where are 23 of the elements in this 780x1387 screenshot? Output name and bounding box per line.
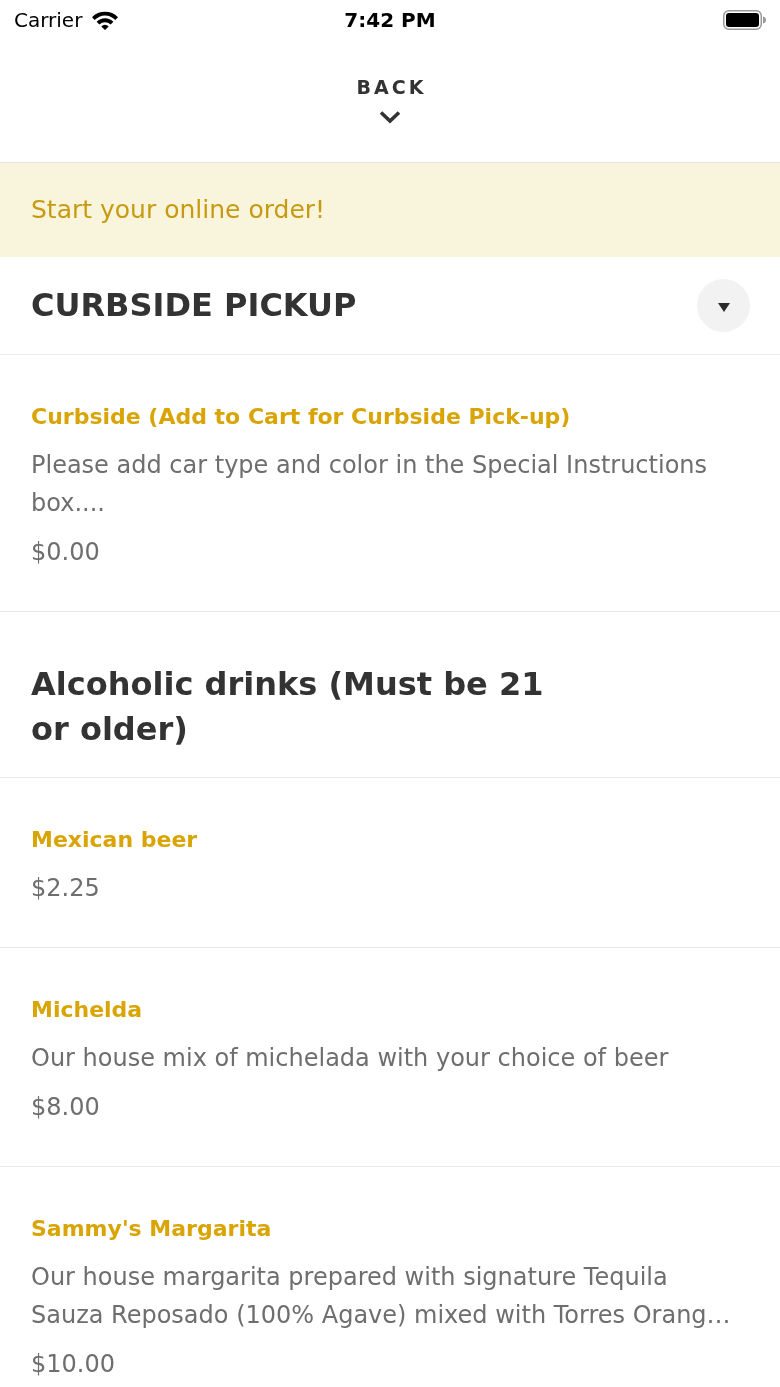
- item-price: $0.00: [31, 539, 101, 565]
- carrier-label: Carrier: [14, 8, 83, 32]
- caret-icon: [717, 302, 730, 312]
- item-description: Please add car type and color in the Special Instructions box....: [31, 450, 709, 519]
- back-button[interactable]: BACK: [353, 74, 427, 124]
- dropdown-button[interactable]: [697, 279, 750, 332]
- item-price: $8.00: [31, 1094, 101, 1120]
- item-title: Michelda: [31, 996, 144, 1024]
- section-heading: Alcoholic drinks (Must be 21 or older): [31, 664, 545, 750]
- back-label: BACK: [355, 75, 427, 100]
- status-time: 7:42 PM: [344, 8, 436, 32]
- item-title: Mexican beer: [31, 826, 199, 854]
- wifi-icon: [91, 10, 120, 30]
- item-description: Our house margarita prepared with signature Tequila Sauza Reposado (100% Agave) mixed with Torres Orang…: [31, 1262, 732, 1331]
- item-price: $10.00: [31, 1351, 116, 1377]
- section-heading: CURBSIDE PICKUP: [31, 285, 357, 326]
- chevron-down-icon: [379, 110, 401, 124]
- item-title: Sammy's Margarita: [31, 1215, 273, 1243]
- item-price: $2.25: [31, 875, 101, 901]
- banner-text: Start your online order!: [31, 194, 326, 226]
- item-description: Our house mix of michelada with your choice of beer: [31, 1043, 670, 1074]
- battery-icon: [723, 10, 766, 30]
- item-title: Curbside (Add to Cart for Curbside Pick-up): [31, 403, 572, 431]
